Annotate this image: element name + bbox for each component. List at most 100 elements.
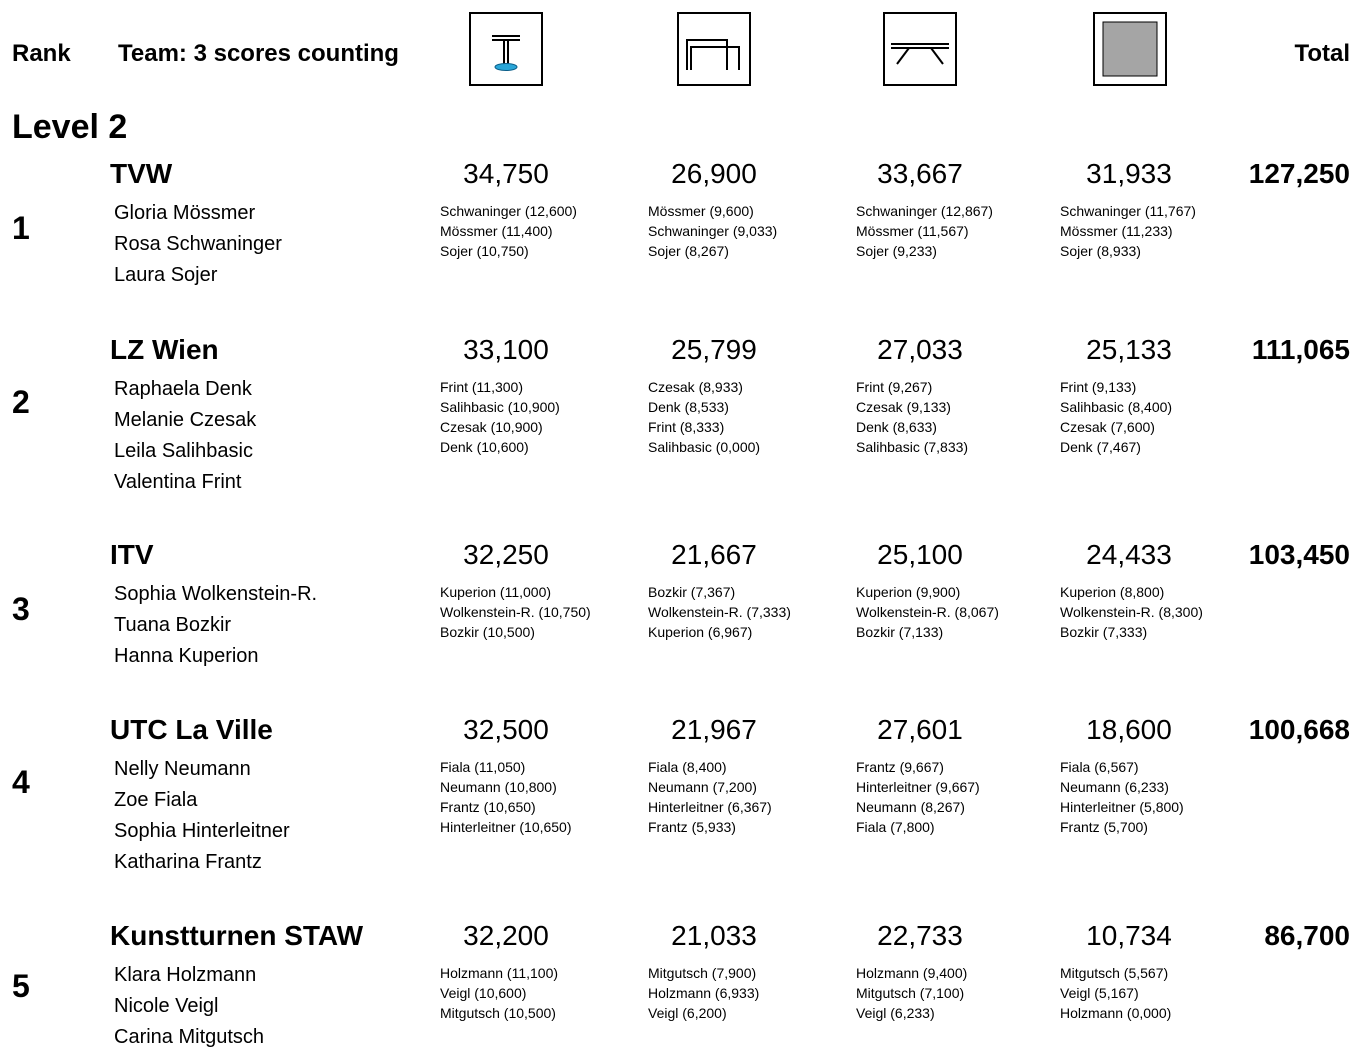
team-total: 86,700	[1264, 920, 1350, 951]
vault-score: 32,200	[463, 920, 549, 951]
vault-details: Holzmann (11,100) Veigl (10,600) Mitguts…	[440, 963, 558, 1023]
team-rank: 1	[12, 210, 30, 246]
balance-beam-icon	[883, 12, 957, 86]
level-title: Level 2	[12, 108, 128, 146]
bars-details: Mössmer (9,600) Schwaninger (9,033) Soje…	[648, 201, 777, 261]
vault-score: 33,100	[463, 334, 549, 365]
team-rank: 3	[12, 591, 30, 627]
gymnast-score: Denk (8,633)	[856, 419, 937, 435]
gymnast-score: Fiala (11,050)	[440, 759, 526, 775]
member-name: Zoe Fiala	[114, 789, 198, 811]
team-total: 100,668	[1248, 714, 1350, 745]
floor-score: 10,734	[1086, 920, 1172, 951]
gymnast-score: Holzmann (9,400)	[856, 965, 968, 981]
bars-details: Mitgutsch (7,900) Holzmann (6,933) Veigl…	[648, 963, 759, 1023]
team-members: Nelly Neumann Zoe Fiala Sophia Hinterlei…	[114, 754, 290, 878]
floor-details: Mitgutsch (5,567) Veigl (5,167) Holzmann…	[1060, 963, 1171, 1023]
bars-score: 21,967	[671, 714, 757, 745]
team-name: LZ Wien	[110, 334, 219, 365]
gymnast-score: Sojer (9,233)	[856, 243, 937, 259]
member-name: Valentina Frint	[114, 471, 242, 493]
gymnast-score: Neumann (10,800)	[440, 779, 557, 795]
gymnast-score: Bozkir (7,133)	[856, 624, 944, 640]
gymnast-score: Czesak (7,600)	[1060, 419, 1155, 435]
beam-details: Holzmann (9,400) Mitgutsch (7,100) Veigl…	[856, 963, 967, 1023]
vault-score: 32,250	[463, 539, 549, 570]
gymnast-score: Hinterleitner (5,800)	[1060, 799, 1184, 815]
total-column-header: Total	[1294, 40, 1350, 67]
gymnast-score: Frint (8,333)	[648, 419, 725, 435]
gymnast-score: Kuperion (8,800)	[1060, 584, 1165, 600]
team-members: Sophia Wolkenstein-R. Tuana Bozkir Hanna…	[114, 579, 317, 672]
rank-column-header: Rank	[12, 40, 71, 67]
team-members: Klara Holzmann Nicole Veigl Carina Mitgu…	[114, 960, 264, 1053]
gymnast-score: Holzmann (11,100)	[440, 965, 559, 981]
beam-score: 25,100	[877, 539, 963, 570]
gymnast-score: Veigl (5,167)	[1060, 985, 1139, 1001]
gymnast-score: Veigl (6,233)	[856, 1005, 935, 1021]
vault-icon	[469, 12, 543, 86]
gymnast-score: Fiala (6,567)	[1060, 759, 1139, 775]
floor-details: Kuperion (8,800) Wolkenstein-R. (8,300) …	[1060, 582, 1203, 642]
gymnast-score: Mitgutsch (7,100)	[856, 985, 965, 1001]
vault-details: Kuperion (11,000) Wolkenstein-R. (10,750…	[440, 582, 591, 642]
gymnast-score: Neumann (8,267)	[856, 799, 965, 815]
gymnast-score: Denk (10,600)	[440, 439, 529, 455]
floor-score: 18,600	[1086, 714, 1172, 745]
gymnast-score: Mössmer (9,600)	[648, 203, 754, 219]
team-members: Gloria Mössmer Rosa Schwaninger Laura So…	[114, 198, 282, 291]
team-total: 103,450	[1248, 539, 1350, 570]
gymnast-score: Bozkir (7,333)	[1060, 624, 1148, 640]
beam-score: 22,733	[877, 920, 963, 951]
bars-score: 21,033	[671, 920, 757, 951]
gymnast-score: Sojer (8,267)	[648, 243, 729, 259]
vault-score: 32,500	[463, 714, 549, 745]
gymnast-score: Wolkenstein-R. (8,067)	[856, 604, 999, 620]
bars-score: 25,799	[671, 334, 757, 365]
gymnast-score: Veigl (6,200)	[648, 1005, 727, 1021]
gymnast-score: Mössmer (11,400)	[440, 223, 553, 239]
gymnast-score: Schwaninger (11,767)	[1060, 203, 1196, 219]
gymnast-score: Czesak (8,933)	[648, 379, 743, 395]
uneven-bars-icon	[677, 12, 751, 86]
gymnast-score: Frantz (5,933)	[648, 819, 736, 835]
team-rank: 4	[12, 764, 30, 800]
team-row-3: 3 ITV Sophia Wolkenstein-R. Tuana Bozkir…	[0, 539, 1354, 734]
beam-details: Kuperion (9,900) Wolkenstein-R. (8,067) …	[856, 582, 999, 642]
gymnast-score: Veigl (10,600)	[440, 985, 527, 1001]
gymnast-score: Frantz (10,650)	[440, 799, 536, 815]
member-name: Hanna Kuperion	[114, 645, 259, 667]
gymnast-score: Mössmer (11,233)	[1060, 223, 1173, 239]
beam-score: 33,667	[877, 158, 963, 189]
gymnast-score: Wolkenstein-R. (7,333)	[648, 604, 791, 620]
member-name: Leila Salihbasic	[114, 440, 253, 462]
gymnast-score: Schwaninger (12,867)	[856, 203, 993, 219]
gymnast-score: Frint (11,300)	[440, 379, 523, 395]
gymnast-score: Kuperion (9,900)	[856, 584, 961, 600]
vault-score: 34,750	[463, 158, 549, 189]
bars-score: 21,667	[671, 539, 757, 570]
gymnast-score: Sojer (10,750)	[440, 243, 529, 259]
gymnast-score: Salihbasic (0,000)	[648, 439, 761, 455]
team-name: Kunstturnen STAW	[110, 920, 364, 951]
member-name: Nelly Neumann	[114, 758, 251, 780]
gymnast-score: Holzmann (6,933)	[648, 985, 760, 1001]
gymnast-score: Frint (9,133)	[1060, 379, 1137, 395]
team-column-header: Team: 3 scores counting	[118, 40, 399, 67]
member-name: Laura Sojer	[114, 264, 218, 286]
beam-score: 27,601	[877, 714, 963, 745]
gymnast-score: Bozkir (7,367)	[648, 584, 736, 600]
floor-score: 31,933	[1086, 158, 1172, 189]
team-name: UTC La Ville	[110, 714, 273, 745]
bars-details: Fiala (8,400) Neumann (7,200) Hinterleit…	[648, 757, 772, 837]
gymnast-score: Holzmann (0,000)	[1060, 1005, 1172, 1021]
team-row-1: 1 TVW Gloria Mössmer Rosa Schwaninger La…	[0, 158, 1354, 353]
team-row-5: 5 Kunstturnen STAW Klara Holzmann Nicole…	[0, 920, 1354, 1048]
gymnast-score: Salihbasic (8,400)	[1060, 399, 1173, 415]
gymnast-score: Kuperion (6,967)	[648, 624, 753, 640]
member-name: Gloria Mössmer	[114, 202, 256, 224]
member-name: Rosa Schwaninger	[114, 233, 282, 255]
beam-details: Frantz (9,667) Hinterleitner (9,667) Neu…	[856, 757, 980, 837]
team-name: ITV	[110, 539, 154, 570]
gymnast-score: Schwaninger (9,033)	[648, 223, 778, 239]
